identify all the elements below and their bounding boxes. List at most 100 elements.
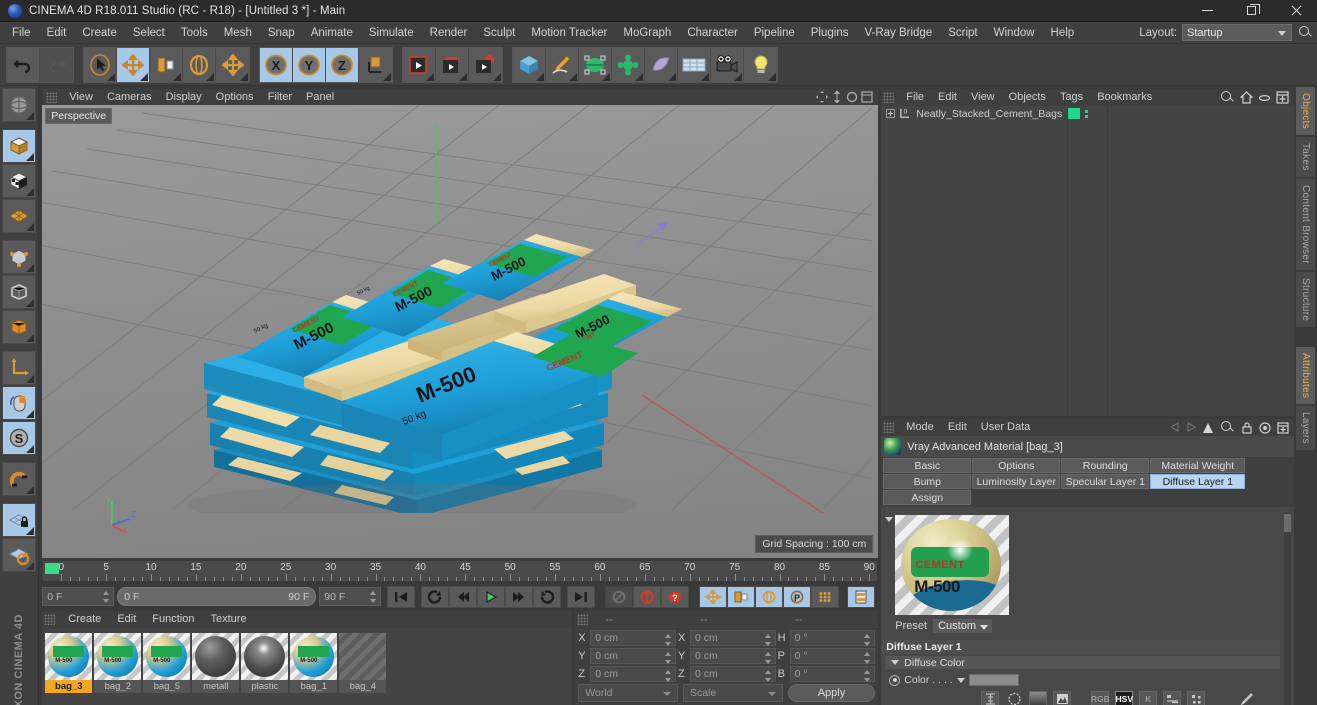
home-icon[interactable] (1240, 91, 1253, 104)
search-icon[interactable] (1220, 90, 1235, 105)
collapse-icon[interactable] (1258, 91, 1271, 104)
undo-button[interactable] (7, 47, 40, 82)
menu-motion-tracker[interactable]: Motion Tracker (523, 22, 615, 44)
current-frame-field[interactable]: 0 F (42, 587, 115, 606)
menu-mesh[interactable]: Mesh (216, 22, 260, 44)
object-menu-view[interactable]: View (964, 89, 1002, 106)
add-environment-button[interactable] (645, 47, 678, 82)
timeline-ruler[interactable]: 0 5 10 15 20 25 30 35 40 45 50 55 60 65 70 75 80 85 90 (42, 560, 879, 582)
panel-grip-icon[interactable] (577, 614, 589, 625)
select-tool-button[interactable] (84, 47, 117, 82)
object-menu-edit[interactable]: Edit (931, 89, 964, 106)
go-to-end-button[interactable] (567, 585, 596, 608)
tab-specular-layer-1[interactable]: Specular Layer 1 (1061, 474, 1150, 489)
add-panel-icon[interactable] (1277, 421, 1289, 434)
spinner-icon[interactable] (370, 591, 377, 603)
viewport-menu-panel[interactable]: Panel (299, 89, 341, 105)
position-z-field[interactable]: 0 cm (590, 666, 676, 682)
add-camera-button[interactable] (711, 47, 744, 82)
color-gradient-icon[interactable] (1029, 691, 1048, 705)
render-view-button[interactable] (403, 47, 436, 82)
menu-sculpt[interactable]: Sculpt (475, 22, 523, 44)
menu-window[interactable]: Window (986, 22, 1043, 44)
add-floor-button[interactable] (678, 47, 711, 82)
tool-lock-workplane-button[interactable] (2, 503, 37, 537)
spinner-icon[interactable] (764, 652, 772, 664)
subsection-diffuse-color[interactable]: Diffuse Color (885, 656, 1280, 669)
menu-animate[interactable]: Animate (303, 22, 361, 44)
tab-basic[interactable]: Basic (883, 458, 972, 473)
tab-material-weight[interactable]: Material Weight (1150, 458, 1246, 473)
viewport-menu-view[interactable]: View (62, 89, 100, 105)
kelvin-mode-button[interactable]: K (1139, 691, 1158, 705)
material-menu-edit[interactable]: Edit (109, 611, 144, 628)
color-slider-icon[interactable] (1163, 691, 1182, 705)
material-swatch[interactable]: plastic (241, 633, 289, 693)
material-swatch[interactable]: M-500 bag_5 (143, 633, 191, 693)
spinner-icon[interactable] (864, 634, 871, 646)
tool-polygons-mode-button[interactable] (2, 310, 37, 344)
timeline-settings-button[interactable] (847, 585, 876, 608)
record-active-objects-button[interactable] (605, 585, 634, 608)
size-x-field[interactable]: 0 cm (689, 630, 776, 646)
panel-grip-icon[interactable] (883, 92, 895, 103)
position-x-field[interactable]: 0 cm (590, 630, 676, 646)
object-tree[interactable]: 0 Neatly_Stacked_Cement_Bags (881, 106, 1294, 416)
minimize-button[interactable] (1185, 0, 1229, 22)
attr-menu-mode[interactable]: Mode (899, 419, 941, 436)
color-wheel-icon[interactable] (1005, 691, 1023, 705)
menu-snap[interactable]: Snap (260, 22, 303, 44)
menu-plugins[interactable]: Plugins (803, 22, 857, 44)
spinner-icon[interactable] (664, 670, 672, 682)
color-radio-button[interactable] (889, 674, 901, 686)
expand-icon[interactable] (886, 109, 896, 118)
menu-select[interactable]: Select (125, 22, 173, 44)
material-swatch[interactable]: M-500 bag_1 (290, 633, 338, 693)
chevron-down-icon[interactable] (956, 677, 965, 683)
attributes-vertical-scrollbar[interactable] (1283, 511, 1292, 705)
coordinate-system-dropdown[interactable]: World (578, 684, 678, 702)
color-swatches-icon[interactable] (1187, 691, 1206, 705)
apply-button[interactable]: Apply (787, 684, 876, 702)
preset-dropdown[interactable]: Custom (933, 619, 992, 633)
object-menu-tags[interactable]: Tags (1053, 89, 1090, 106)
eyedropper-icon[interactable] (1237, 691, 1255, 705)
close-button[interactable] (1273, 0, 1317, 22)
tool-texture-mode-button[interactable] (2, 164, 37, 198)
menu-pipeline[interactable]: Pipeline (746, 22, 803, 44)
add-spline-button[interactable] (546, 47, 579, 82)
rotate-tool-button[interactable] (183, 47, 216, 82)
tab-takes[interactable]: Takes (1295, 136, 1316, 178)
play-forwards-loop-button[interactable] (533, 585, 562, 608)
spinner-icon[interactable] (864, 670, 871, 682)
attr-menu-user-data[interactable]: User Data (974, 419, 1038, 436)
redo-button[interactable] (40, 47, 73, 82)
tab-bump[interactable]: Bump (883, 474, 972, 489)
panel-grip-icon[interactable] (46, 91, 58, 103)
record-position-button[interactable] (699, 585, 728, 608)
menu-script[interactable]: Script (940, 22, 985, 44)
material-swatch[interactable]: metall (192, 633, 240, 693)
coordinate-mode-dropdown[interactable]: Scale (682, 684, 783, 702)
spinner-icon[interactable] (764, 670, 772, 682)
menu-create[interactable]: Create (74, 22, 125, 44)
spinner-icon[interactable] (103, 591, 110, 603)
search-icon[interactable] (1298, 25, 1313, 40)
tool-polygon-grid-button[interactable] (2, 199, 37, 233)
scale-tool-button[interactable] (150, 47, 183, 82)
add-panel-icon[interactable] (1276, 91, 1289, 104)
add-deformer-button[interactable] (612, 47, 645, 82)
record-scale-button[interactable] (727, 585, 756, 608)
target-icon[interactable] (1259, 421, 1271, 434)
viewport-menu-filter[interactable]: Filter (261, 89, 299, 105)
tool-mouse-button[interactable] (2, 386, 37, 420)
tab-structure[interactable]: Structure (1295, 270, 1316, 328)
tool-workplane-rotate-button[interactable] (2, 538, 37, 572)
tab-luminosity-layer[interactable]: Luminosity Layer (972, 474, 1061, 489)
viewport-3d[interactable]: M-500 CEMENT 50 kg M-500 CEMENT 50 kg M-… (42, 105, 879, 558)
tab-assign[interactable]: Assign (883, 490, 972, 505)
rotation-h-field[interactable]: 0 ° (789, 630, 876, 646)
maximize-button[interactable] (1229, 0, 1273, 22)
panel-grip-icon[interactable] (44, 614, 56, 625)
layout-dropdown[interactable]: Startup (1182, 24, 1292, 41)
